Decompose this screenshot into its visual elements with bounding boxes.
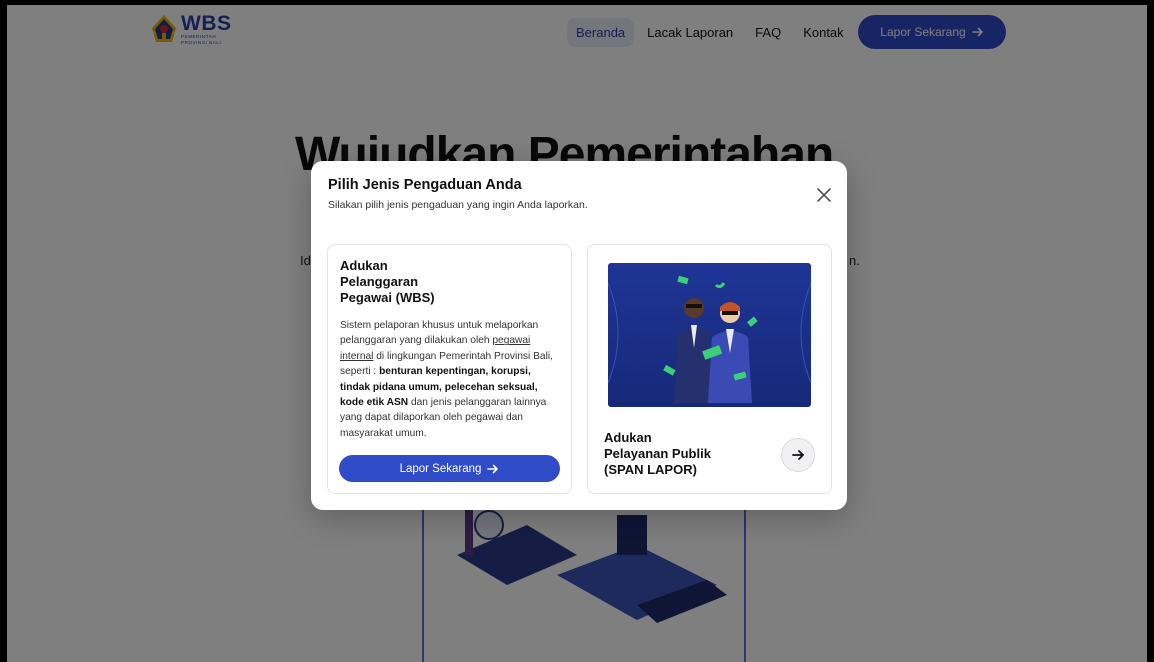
card-adukan-pelayanan-publik[interactable]: Adukan Pelayanan Publik (SPAN LAPOR) (587, 244, 832, 494)
card-span-title: Adukan Pelayanan Publik (SPAN LAPOR) (604, 430, 744, 478)
lapor-sekarang-label: Lapor Sekarang (399, 462, 482, 475)
card-adukan-pelanggaran-pegawai[interactable]: Adukan Pelanggaran Pegawai (WBS) Sistem … (327, 244, 572, 494)
frame-edge-left (0, 0, 7, 662)
card-wbs-title-line: Pegawai (WBS) (340, 290, 435, 305)
lapor-sekarang-button[interactable]: Lapor Sekarang (339, 455, 560, 482)
modal-subtitle: Silakan pilih jenis pengaduan yang ingin… (328, 199, 588, 211)
frame-edge-top (0, 0, 1154, 5)
span-lapor-go-button[interactable] (781, 438, 815, 472)
complaint-type-modal: Pilih Jenis Pengaduan Anda Silakan pilih… (311, 161, 847, 510)
frame-edge-right (1147, 0, 1154, 662)
card-wbs-title-line: Pelanggaran (340, 274, 419, 289)
arrow-right-icon (792, 450, 804, 460)
card-wbs-title-line: Adukan (340, 258, 388, 273)
close-icon[interactable] (814, 185, 834, 205)
card-span-title-line: Pelayanan Publik (604, 446, 711, 461)
card-wbs-description: Sistem pelaporan khusus untuk melaporkan… (340, 318, 562, 441)
modal-title: Pilih Jenis Pengaduan Anda (328, 177, 522, 193)
card-span-title-line: Adukan (604, 430, 652, 445)
card-span-title-line: (SPAN LAPOR) (604, 462, 697, 477)
arrow-right-icon (487, 464, 499, 473)
corruption-illustration-image (608, 263, 811, 407)
card-wbs-title: Adukan Pelanggaran Pegawai (WBS) (340, 258, 490, 306)
